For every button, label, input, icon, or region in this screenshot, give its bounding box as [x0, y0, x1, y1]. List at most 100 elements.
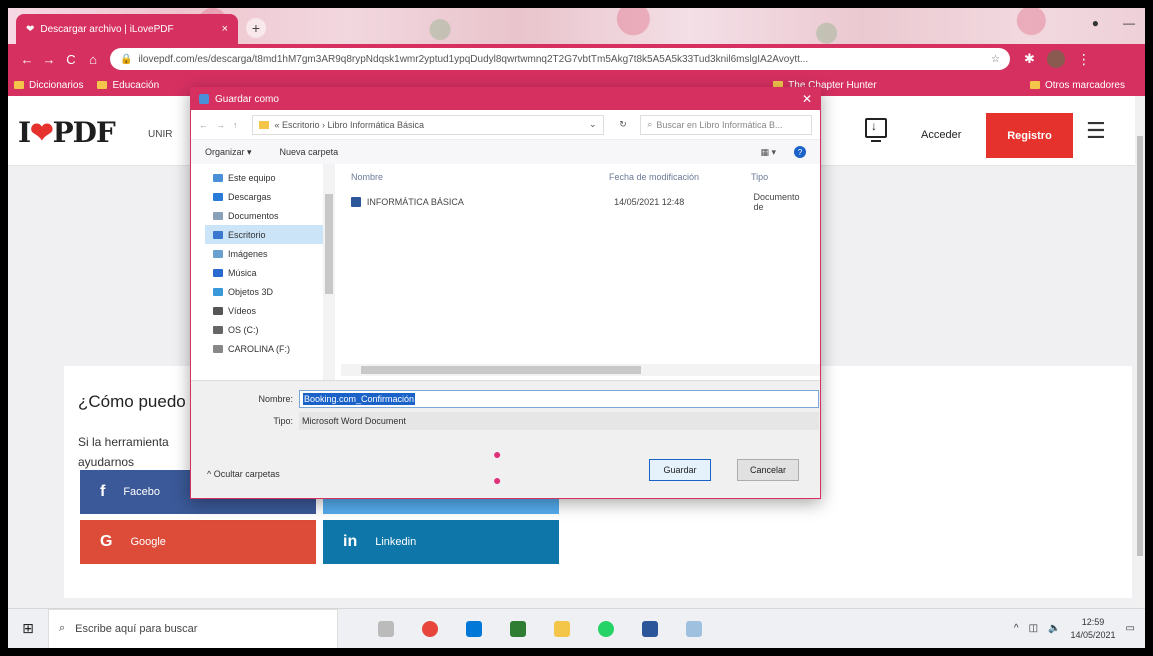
filetype-select[interactable]: Microsoft Word Document — [299, 412, 819, 430]
address-bar[interactable]: 🔒 ilovepdf.com/es/descarga/t8md1hM7gm3AR… — [110, 48, 1010, 70]
nav-item[interactable]: Objetos 3D — [205, 282, 323, 301]
nav-item[interactable]: Música — [205, 263, 323, 282]
windows-start-icon[interactable]: ⊞ — [8, 620, 48, 637]
nav-unir[interactable]: UNIR — [148, 129, 172, 140]
ilovepdf-logo[interactable]: I❤PDF — [18, 116, 116, 149]
network-icon[interactable]: ◫ — [1029, 623, 1038, 634]
location-icon — [213, 325, 223, 334]
help-icon[interactable]: ? — [794, 146, 806, 158]
register-button[interactable]: Registro — [986, 113, 1073, 158]
save-button[interactable]: Guardar — [649, 459, 711, 481]
word-document-icon — [351, 197, 361, 207]
file-list-hscrollbar[interactable] — [341, 364, 820, 376]
bookmark-star-icon[interactable]: ☆ — [991, 54, 1000, 65]
taskbar-search-input[interactable]: ⌕ Escribe aquí para buscar — [48, 608, 338, 648]
windows-taskbar: ⊞ ⌕ Escribe aquí para buscar ^ ◫ 🔈 12:59… — [8, 608, 1145, 648]
column-header-date[interactable]: Fecha de modificación — [609, 172, 699, 182]
nav-item[interactable]: Documentos — [205, 206, 323, 225]
location-icon — [213, 268, 223, 277]
help-title: ¿Cómo puedo — [78, 392, 186, 411]
bookmark-diccionarios[interactable]: Diccionarios — [14, 80, 83, 91]
nav-item[interactable]: Escritorio — [205, 225, 323, 244]
view-options-icon[interactable]: ▦ ▾ — [760, 147, 776, 158]
file-explorer-icon[interactable] — [554, 620, 570, 637]
search-icon: ⌕ — [647, 119, 653, 129]
dialog-titlebar[interactable]: Guardar como ✕ — [191, 88, 820, 110]
window-controls: ● — — [1092, 16, 1135, 30]
dialog-nav-arrows[interactable]: ←→↑ — [199, 120, 246, 130]
google-icon: G — [100, 533, 113, 550]
folder-icon — [258, 120, 269, 129]
bookmark-educacion[interactable]: Educación — [97, 80, 159, 91]
search-icon: ⌕ — [59, 622, 66, 634]
google-share-button[interactable]: G Google — [80, 520, 316, 564]
word-icon[interactable] — [642, 620, 658, 637]
lock-icon: 🔒 — [120, 53, 133, 65]
page-scrollbar[interactable] — [1135, 96, 1145, 608]
menu-kebab-icon[interactable]: ⋮ — [1077, 51, 1091, 68]
folder-icon — [14, 81, 24, 89]
resize-handle-icon[interactable]: ● ● — [493, 441, 501, 493]
browser-tab[interactable]: ❤ Descargar archivo | iLovePDF × — [16, 14, 238, 44]
nav-item[interactable]: Imágenes — [205, 244, 323, 263]
notifications-icon[interactable]: ▭ — [1126, 623, 1135, 634]
dialog-search-input[interactable]: ⌕ Buscar en Libro Informática B... — [640, 114, 812, 135]
chrome-icon[interactable] — [422, 620, 438, 637]
task-view-icon[interactable] — [378, 620, 394, 637]
hamburger-menu-icon[interactable]: ☰ — [1086, 118, 1106, 144]
nav-item[interactable]: Descargas — [205, 187, 323, 206]
tray-chevron-icon[interactable]: ^ — [1014, 623, 1019, 634]
dialog-address-row: ←→↑ « Escritorio › Libro Informática Bás… — [191, 110, 820, 140]
save-as-dialog: Guardar como ✕ ←→↑ « Escritorio › Libro … — [190, 87, 821, 499]
filetype-row: Tipo: Microsoft Word Document — [191, 411, 819, 431]
desktop-download-icon[interactable]: ↓ — [865, 118, 887, 142]
profile-avatar[interactable] — [1046, 50, 1065, 68]
refresh-icon[interactable]: ↻ — [612, 119, 635, 130]
back-icon[interactable]: ← — [16, 52, 38, 67]
record-icon[interactable]: ● — [1092, 16, 1099, 30]
nav-item[interactable]: Vídeos — [205, 301, 323, 320]
hide-folders-toggle[interactable]: ^ Ocultar carpetas — [207, 469, 280, 479]
whatsapp-icon[interactable] — [598, 620, 614, 637]
nav-item[interactable]: OS (C:) — [205, 320, 323, 339]
home-icon[interactable]: ⌂ — [82, 52, 104, 67]
volume-icon[interactable]: 🔈 — [1048, 623, 1060, 634]
location-icon — [213, 306, 223, 315]
browser-tabbar: ❤ Descargar archivo | iLovePDF × + ● — — [8, 8, 1145, 44]
minimize-icon[interactable]: — — [1123, 16, 1135, 30]
login-link[interactable]: Acceder — [921, 129, 961, 141]
dialog-close-icon[interactable]: ✕ — [802, 92, 812, 106]
paint-icon[interactable] — [686, 620, 702, 637]
column-header-type[interactable]: Tipo — [751, 172, 768, 182]
organize-button[interactable]: Organizar ▾ — [205, 147, 252, 158]
nav-item-label: Música — [228, 267, 257, 278]
heart-favicon-icon: ❤ — [26, 23, 35, 35]
new-folder-button[interactable]: Nueva carpeta — [280, 147, 339, 157]
tab-close-icon[interactable]: × — [222, 23, 228, 35]
nav-pane-scrollbar[interactable] — [323, 164, 335, 380]
app-icon[interactable] — [510, 620, 526, 637]
dialog-app-icon — [199, 94, 209, 104]
file-row[interactable]: INFORMÁTICA BÁSICA 14/05/2021 12:48 Docu… — [351, 192, 811, 212]
bookmark-otros[interactable]: Otros marcadores — [1029, 80, 1125, 91]
facebook-icon: f — [100, 483, 106, 500]
nav-item[interactable]: CAROLINA (F:) — [205, 339, 323, 358]
store-icon[interactable] — [466, 620, 482, 637]
reload-icon[interactable]: C — [60, 52, 82, 67]
linkedin-icon: in — [343, 533, 358, 550]
filetype-label: Tipo: — [273, 416, 293, 426]
extensions-icon[interactable]: ✱ — [1024, 51, 1035, 67]
location-icon — [213, 230, 223, 239]
new-tab-button[interactable]: + — [246, 18, 266, 38]
nav-item[interactable]: Este equipo — [205, 168, 323, 187]
forward-icon[interactable]: → — [38, 52, 60, 67]
linkedin-share-button[interactable]: in Linkedin — [323, 520, 559, 564]
cancel-button[interactable]: Cancelar — [737, 459, 799, 481]
chevron-down-icon[interactable]: ⌄ — [589, 119, 597, 130]
dialog-path-bar[interactable]: « Escritorio › Libro Informática Básica … — [251, 114, 604, 135]
heart-icon: ❤ — [30, 116, 53, 149]
taskbar-clock[interactable]: 12:59 14/05/2021 — [1071, 616, 1116, 642]
column-header-name[interactable]: Nombre — [351, 172, 383, 182]
filename-input[interactable]: Booking.com_Confirmación — [299, 390, 819, 408]
nav-item-label: Imágenes — [228, 248, 268, 259]
